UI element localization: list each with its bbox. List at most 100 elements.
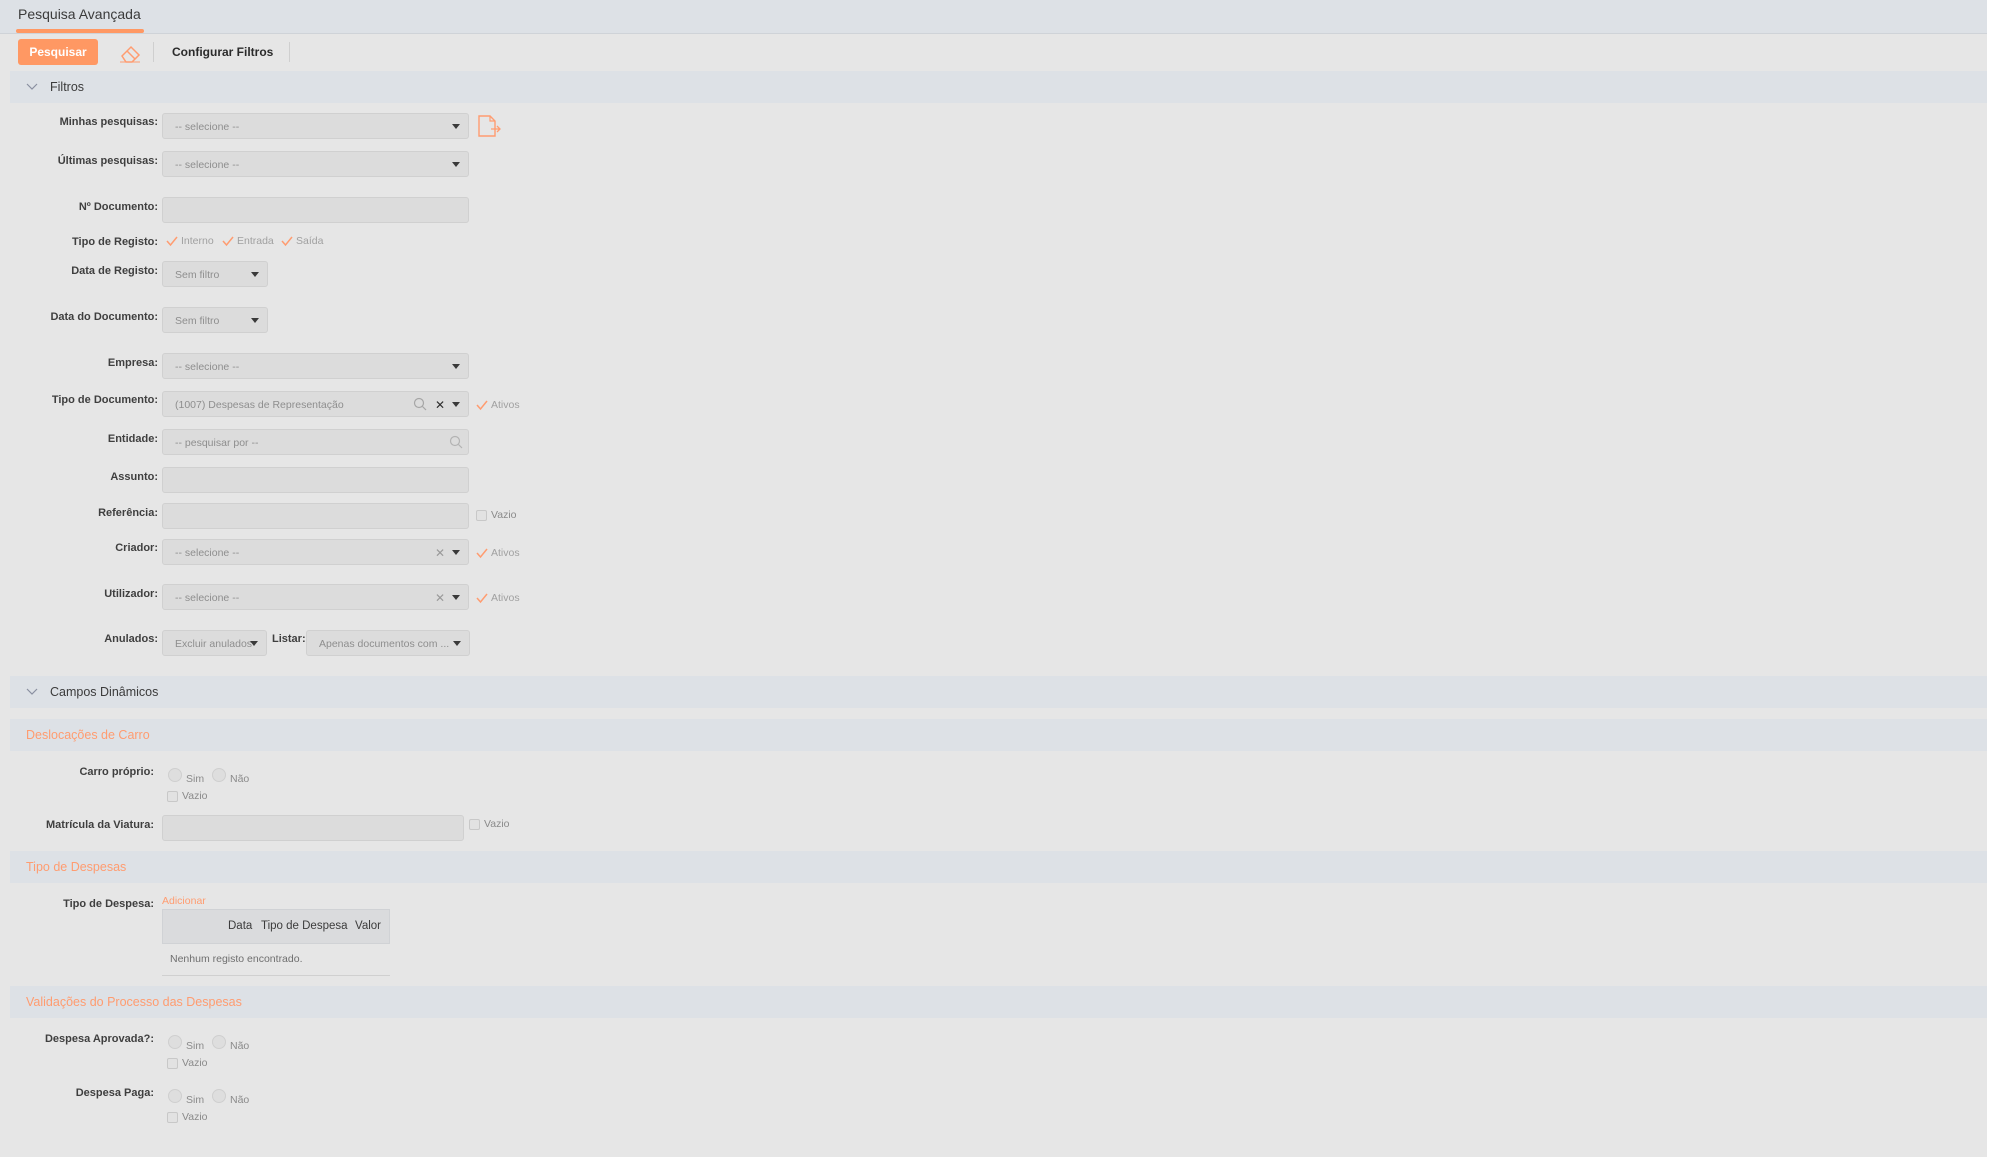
license-plate-empty-checkbox[interactable]: Vazio xyxy=(469,818,510,830)
checkbox-label: Vazio xyxy=(182,1057,208,1069)
own-car-no-radio[interactable]: Não xyxy=(212,768,250,786)
cancelled-select[interactable]: Excluir anulados xyxy=(162,630,267,656)
active-tab-indicator xyxy=(16,29,144,33)
table-divider xyxy=(162,975,390,976)
cancelled-label: Anulados: xyxy=(104,633,158,645)
select-value: Sem filtro xyxy=(175,269,220,281)
registry-type-incoming-checkbox[interactable]: Entrada xyxy=(222,235,274,247)
company-select[interactable]: -- selecione -- xyxy=(162,353,469,379)
toolbar-separator xyxy=(153,42,154,62)
tab-bar xyxy=(0,0,1987,34)
column-header-date[interactable]: Data xyxy=(228,920,252,932)
user-select[interactable]: -- selecione -- ✕ xyxy=(162,584,469,610)
eraser-icon[interactable] xyxy=(116,42,144,64)
clear-icon[interactable]: ✕ xyxy=(435,398,445,412)
expense-approved-no-radio[interactable]: Não xyxy=(212,1035,249,1053)
section-title: Deslocações de Carro xyxy=(26,728,150,742)
tab-advanced-search[interactable]: Pesquisa Avançada xyxy=(18,6,141,22)
caret-down-icon xyxy=(452,124,460,129)
list-select[interactable]: Apenas documentos com ... xyxy=(306,630,470,656)
select-value: -- selecione -- xyxy=(175,592,240,604)
subject-label: Assunto: xyxy=(110,471,158,483)
checkbox-box xyxy=(167,1057,178,1069)
document-type-active-checkbox[interactable]: Ativos xyxy=(476,399,520,411)
section-title: Validações do Processo das Despesas xyxy=(26,995,242,1009)
checkbox-label: Vazio xyxy=(182,1111,208,1123)
section-title: Campos Dinâmicos xyxy=(50,685,159,699)
license-plate-input[interactable] xyxy=(162,815,464,841)
reference-empty-checkbox[interactable]: Vazio xyxy=(476,509,517,521)
checkmark-icon xyxy=(281,236,293,247)
expense-paid-yes-radio[interactable]: Sim xyxy=(168,1089,205,1107)
own-car-yes-radio[interactable]: Sim xyxy=(168,768,204,786)
checkmark-icon xyxy=(476,548,488,559)
radio-circle xyxy=(168,1035,182,1049)
column-header-expense-type[interactable]: Tipo de Despesa xyxy=(261,920,348,932)
registry-date-select[interactable]: Sem filtro xyxy=(162,261,268,287)
creator-active-checkbox[interactable]: Ativos xyxy=(476,547,520,559)
my-searches-select[interactable]: -- selecione -- xyxy=(162,113,469,139)
document-type-select[interactable]: (1007) Despesas de Representação ✕ xyxy=(162,391,469,417)
expense-types-section-header: Tipo de Despesas xyxy=(10,851,1987,883)
select-value: Apenas documentos com ... xyxy=(319,638,449,650)
reference-label: Referência: xyxy=(98,507,158,519)
search-icon[interactable] xyxy=(449,435,463,449)
checkbox-label: Saída xyxy=(296,235,324,247)
user-label: Utilizador: xyxy=(104,588,158,600)
select-value: -- selecione -- xyxy=(175,547,240,559)
expense-approved-yes-radio[interactable]: Sim xyxy=(168,1035,205,1053)
document-number-input[interactable] xyxy=(162,197,469,223)
checkbox-label: Vazio xyxy=(491,509,517,521)
caret-down-icon xyxy=(453,641,461,646)
user-active-checkbox[interactable]: Ativos xyxy=(476,592,520,604)
column-header-value[interactable]: Valor xyxy=(355,920,381,932)
last-searches-select[interactable]: -- selecione -- xyxy=(162,151,469,177)
company-label: Empresa: xyxy=(107,357,158,369)
last-searches-label: Últimas pesquisas: xyxy=(57,155,158,167)
section-title: Filtros xyxy=(50,80,85,94)
search-icon[interactable] xyxy=(413,397,427,411)
document-date-select[interactable]: Sem filtro xyxy=(162,307,268,333)
creator-select[interactable]: -- selecione -- ✕ xyxy=(162,539,469,565)
search-button[interactable]: Pesquisar xyxy=(18,39,98,65)
add-expense-link[interactable]: Adicionar xyxy=(162,895,206,907)
radio-circle xyxy=(212,1035,226,1049)
export-document-icon[interactable] xyxy=(476,114,502,138)
select-value: Excluir anulados xyxy=(175,638,253,650)
empty-table-message: Nenhum registo encontrado. xyxy=(170,953,303,965)
checkmark-icon xyxy=(476,400,488,411)
caret-down-icon xyxy=(251,318,259,323)
expense-paid-no-radio[interactable]: Não xyxy=(212,1089,249,1107)
radio-label: Sim xyxy=(186,1040,205,1052)
clear-icon[interactable]: ✕ xyxy=(435,591,445,605)
page-right-edge xyxy=(1987,0,2000,1157)
reference-input[interactable] xyxy=(162,503,469,529)
caret-down-icon xyxy=(251,272,259,277)
radio-label: Não xyxy=(230,773,250,785)
checkbox-label: Ativos xyxy=(491,592,520,604)
expense-paid-empty-checkbox[interactable]: Vazio xyxy=(167,1111,208,1123)
subject-input[interactable] xyxy=(162,467,469,493)
configure-filters-button[interactable]: Configurar Filtros xyxy=(172,45,273,59)
own-car-empty-checkbox[interactable]: Vazio xyxy=(167,790,208,802)
select-value: (1007) Despesas de Representação xyxy=(175,399,344,411)
chevron-down-icon xyxy=(26,83,38,90)
checkbox-box xyxy=(476,509,487,521)
registry-type-outgoing-checkbox[interactable]: Saída xyxy=(281,235,323,247)
filters-section-header[interactable]: Filtros xyxy=(10,71,1987,103)
document-type-label: Tipo de Documento: xyxy=(51,394,158,406)
radio-circle xyxy=(168,768,182,782)
checkmark-icon xyxy=(166,236,178,247)
entity-search-input[interactable]: -- pesquisar por -- xyxy=(162,429,469,455)
chevron-down-icon xyxy=(26,688,38,695)
select-value: -- selecione -- xyxy=(175,159,240,171)
registry-type-label: Tipo de Registo: xyxy=(72,236,158,248)
caret-down-icon xyxy=(452,162,460,167)
dynamic-fields-section-header[interactable]: Campos Dinâmicos xyxy=(10,676,1987,708)
checkbox-label: Vazio xyxy=(484,818,510,830)
expense-approved-empty-checkbox[interactable]: Vazio xyxy=(167,1057,208,1069)
registry-type-internal-checkbox[interactable]: Interno xyxy=(166,235,214,247)
checkbox-label: Vazio xyxy=(182,790,208,802)
radio-label: Sim xyxy=(186,1094,205,1106)
clear-icon[interactable]: ✕ xyxy=(435,546,445,560)
